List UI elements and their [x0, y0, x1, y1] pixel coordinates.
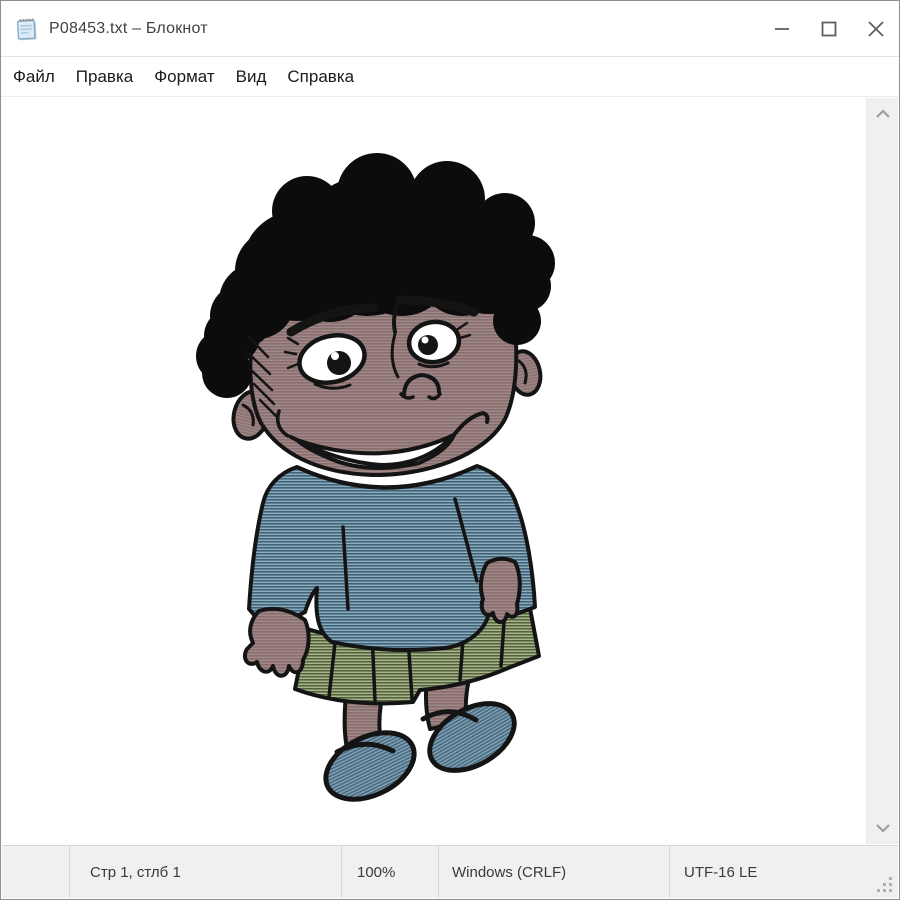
status-cursor-position: Стр 1, стлб 1 — [70, 846, 341, 898]
scroll-up-button[interactable] — [873, 108, 893, 120]
status-zoom-level: 100% — [342, 846, 438, 898]
menu-item-file[interactable]: Файл — [13, 67, 55, 87]
clipart-child-image — [167, 151, 559, 811]
notepad-window: P08453.txt – Блокнот Файл Правка — [0, 0, 900, 900]
menubar: Файл Правка Формат Вид Справка — [1, 58, 899, 97]
chevron-up-icon — [875, 109, 891, 119]
minimize-button[interactable] — [758, 1, 805, 56]
close-icon — [865, 18, 887, 40]
window-title: P08453.txt – Блокнот — [49, 20, 208, 38]
maximize-icon — [819, 19, 839, 39]
menu-item-format[interactable]: Формат — [154, 67, 214, 87]
window-controls — [758, 1, 899, 56]
edit-area[interactable] — [2, 98, 866, 844]
menu-item-help[interactable]: Справка — [287, 67, 354, 87]
resize-grip-icon[interactable] — [877, 877, 893, 893]
menu-item-edit[interactable]: Правка — [76, 67, 133, 87]
minimize-icon — [772, 19, 792, 39]
status-line-endings: Windows (CRLF) — [439, 846, 669, 898]
maximize-button[interactable] — [805, 1, 852, 56]
chevron-down-icon — [875, 823, 891, 833]
notepad-icon[interactable] — [13, 15, 40, 42]
menu-item-view[interactable]: Вид — [236, 67, 267, 87]
titlebar: P08453.txt – Блокнот — [1, 1, 899, 57]
vertical-scrollbar[interactable] — [866, 98, 898, 844]
close-button[interactable] — [852, 1, 899, 56]
status-encoding: UTF-16 LE — [670, 846, 898, 898]
statusbar: Стр 1, стлб 1 100% Windows (CRLF) UTF-16… — [2, 845, 898, 898]
status-blank-segment — [2, 846, 69, 898]
scroll-down-button[interactable] — [873, 822, 893, 834]
